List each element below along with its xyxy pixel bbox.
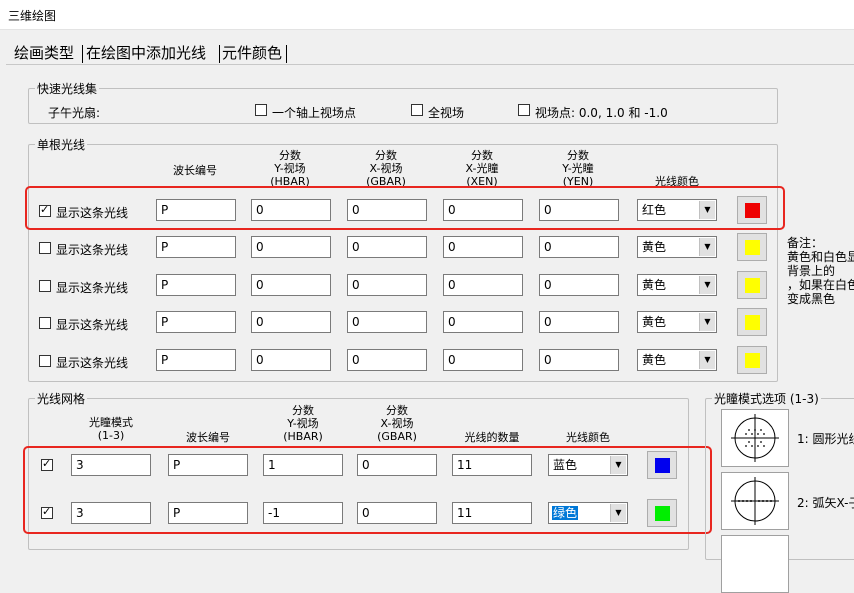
color-swatch-button[interactable] [737, 346, 767, 374]
color-swatch [745, 278, 760, 293]
ray-color-select[interactable]: 黄色 ▼ [637, 274, 717, 296]
xen-field[interactable]: 0 [443, 349, 523, 371]
window-title: 三维绘图 [8, 9, 57, 23]
circular-pupil-icon [731, 414, 779, 462]
gbar-field[interactable]: 0 [347, 236, 427, 258]
col-header-wave: 波长编号 [173, 164, 217, 177]
gbar-field[interactable]: 0 [347, 274, 427, 296]
grid-col-header-count: 光线的数量 [464, 431, 520, 444]
ray-color-select[interactable]: 黄色 ▼ [637, 349, 717, 371]
chevron-down-icon[interactable]: ▼ [699, 276, 715, 294]
tab-separator [219, 45, 220, 63]
grid-col-header-hbar: 分数 Y-视场 (HBAR) [283, 404, 323, 443]
quick-option-label: 全视场 [428, 106, 465, 120]
tab-separator [82, 45, 83, 63]
note-text: 备注： 黄色和白色显 背景上的 ，如果在白色 变成黑色 [787, 236, 854, 306]
xen-field[interactable]: 0 [443, 236, 523, 258]
color-swatch-button[interactable] [737, 308, 767, 336]
single-ray-legend: 单根光线 [37, 138, 86, 152]
ray-color-select[interactable]: 黄色 ▼ [637, 311, 717, 333]
pupil-mode-1-label: 1: 圆形光线 [797, 432, 854, 446]
color-swatch-button[interactable] [737, 271, 767, 299]
meridional-fan-label: 子午光扇: [48, 106, 101, 120]
quick-rays-legend: 快速光线集 [37, 82, 98, 96]
hbar-field[interactable]: 0 [251, 311, 331, 333]
show-ray-label: 显示这条光线 [56, 243, 129, 257]
hbar-field[interactable]: 0 [251, 236, 331, 258]
highlight-box [25, 186, 785, 230]
gbar-field[interactable]: 0 [347, 311, 427, 333]
show-ray-checkbox[interactable] [39, 280, 51, 292]
chevron-down-icon[interactable]: ▼ [699, 313, 715, 331]
highlight-box [23, 446, 712, 534]
ray-grid-legend: 光线网格 [37, 392, 86, 406]
sagittal-pupil-icon [731, 477, 779, 525]
window-title-bar: 三维绘图 [0, 0, 854, 30]
show-ray-checkbox[interactable] [39, 317, 51, 329]
tab-add-rays[interactable]: 在绘图中添加光线 [86, 42, 206, 66]
pupil-mode-2-label: 2: 弧矢X-子 [797, 496, 854, 510]
yen-field[interactable]: 0 [539, 349, 619, 371]
show-ray-label: 显示这条光线 [56, 318, 129, 332]
show-ray-checkbox[interactable] [39, 242, 51, 254]
grid-col-header-color: 光线颜色 [566, 431, 610, 444]
wave-field[interactable]: P [156, 236, 236, 258]
ray-color-value: 黄色 [642, 278, 667, 292]
hbar-field[interactable]: 0 [251, 349, 331, 371]
pupil-mode-3-thumbnail[interactable] [721, 535, 789, 593]
col-header-gbar: 分数 X-视场 (GBAR) [366, 149, 406, 188]
wave-field[interactable]: P [156, 274, 236, 296]
quick-option-label: 视场点: 0.0, 1.0 和 -1.0 [535, 106, 668, 120]
color-swatch [745, 240, 760, 255]
wave-field[interactable]: P [156, 349, 236, 371]
gbar-field[interactable]: 0 [347, 349, 427, 371]
quick-option-checkbox[interactable] [411, 104, 423, 116]
tab-draw-type[interactable]: 绘画类型 [14, 42, 74, 66]
quick-option-label: 一个轴上视场点 [272, 106, 357, 120]
tab-element-colors[interactable]: 元件颜色 [222, 42, 282, 66]
color-swatch [745, 353, 760, 368]
grid-col-header-mode: 光瞳模式 (1-3) [89, 416, 133, 442]
tab-separator [286, 45, 287, 63]
yen-field[interactable]: 0 [539, 236, 619, 258]
color-swatch-button[interactable] [737, 233, 767, 261]
quick-option-checkbox[interactable] [255, 104, 267, 116]
chevron-down-icon[interactable]: ▼ [699, 351, 715, 369]
grid-col-header-gbar: 分数 X-视场 (GBAR) [377, 404, 417, 443]
show-ray-label: 显示这条光线 [56, 281, 129, 295]
quick-option-checkbox[interactable] [518, 104, 530, 116]
ray-color-value: 黄色 [642, 353, 667, 367]
pupil-mode-1-thumbnail[interactable] [721, 409, 789, 467]
hbar-field[interactable]: 0 [251, 274, 331, 296]
col-header-yen: 分数 Y-光瞳 (YEN) [562, 149, 594, 188]
pupil-mode-2-thumbnail[interactable] [721, 472, 789, 530]
wave-field[interactable]: P [156, 311, 236, 333]
ray-color-value: 黄色 [642, 240, 667, 254]
col-header-xen: 分数 X-光瞳 (XEN) [465, 149, 499, 188]
ray-color-select[interactable]: 黄色 ▼ [637, 236, 717, 258]
ray-color-value: 黄色 [642, 315, 667, 329]
color-swatch [745, 315, 760, 330]
pupil-options-legend: 光瞳模式选项 (1-3) [714, 392, 819, 406]
xen-field[interactable]: 0 [443, 274, 523, 296]
col-header-hbar: 分数 Y-视场 (HBAR) [270, 149, 310, 188]
show-ray-checkbox[interactable] [39, 355, 51, 367]
yen-field[interactable]: 0 [539, 274, 619, 296]
yen-field[interactable]: 0 [539, 311, 619, 333]
grid-col-header-wave: 波长编号 [186, 431, 230, 444]
xen-field[interactable]: 0 [443, 311, 523, 333]
chevron-down-icon[interactable]: ▼ [699, 238, 715, 256]
show-ray-label: 显示这条光线 [56, 356, 129, 370]
